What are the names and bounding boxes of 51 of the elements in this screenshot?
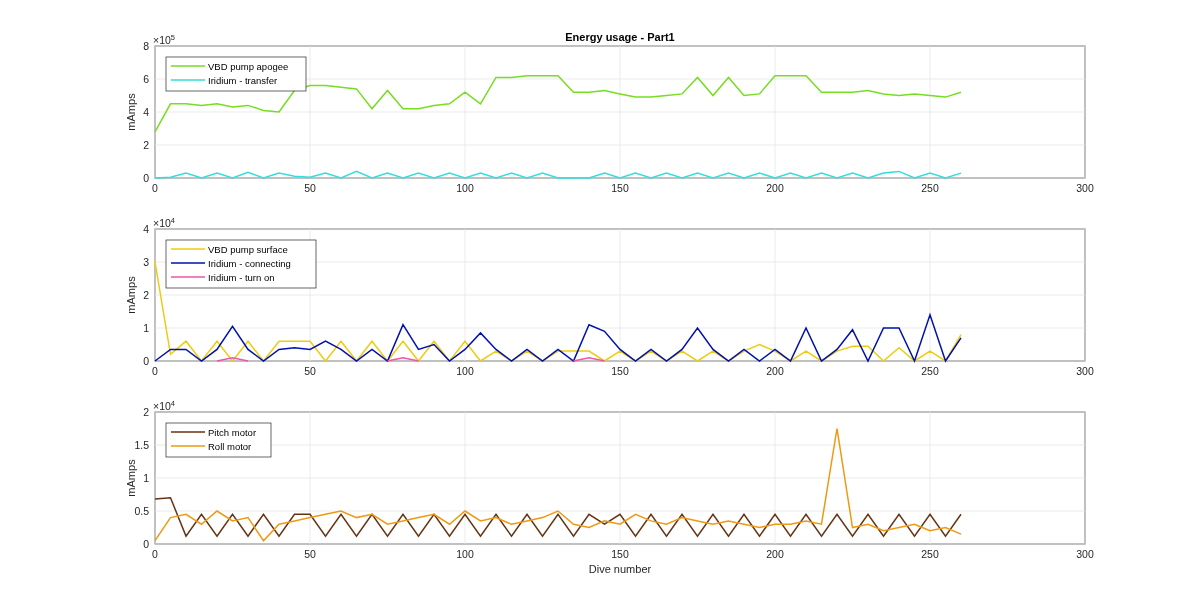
- tick-label: 0: [152, 548, 158, 560]
- tick-label: 100: [456, 548, 474, 560]
- legend-label: Roll motor: [208, 441, 252, 452]
- tick-label: 3: [143, 256, 149, 268]
- tick-label: 0: [152, 365, 158, 377]
- axis-label: mAmps: [125, 459, 137, 497]
- tick-label: 100: [456, 182, 474, 194]
- axis-exponent: ×10$^{4}$: [153, 215, 175, 229]
- axis-exponent: ×10$^{4}$: [153, 398, 175, 412]
- tick-label: 0: [143, 172, 149, 184]
- legend-label: Pitch motor: [208, 427, 257, 438]
- tick-label: 4: [143, 223, 149, 235]
- tick-label: 2: [143, 406, 149, 418]
- tick-label: 250: [921, 548, 939, 560]
- tick-label: 250: [921, 365, 939, 377]
- tick-label: 200: [766, 182, 784, 194]
- tick-label: 50: [304, 548, 316, 560]
- legend-label: Iridium - turn on: [208, 272, 275, 283]
- tick-label: 8: [143, 40, 149, 52]
- axis-label: Dive number: [588, 563, 652, 575]
- tick-label: 6: [143, 73, 149, 85]
- tick-label: 150: [611, 365, 629, 377]
- tick-label: 200: [766, 548, 784, 560]
- tick-label: 0: [143, 355, 149, 367]
- tick-label: 300: [1076, 365, 1094, 377]
- tick-label: 4: [143, 106, 149, 118]
- tick-label: 1: [143, 322, 149, 334]
- legend-label: Iridium - transfer: [208, 75, 278, 86]
- tick-label: 0.5: [134, 505, 149, 517]
- chart-title: Energy usage - Part1: [565, 31, 675, 43]
- tick-label: 2: [143, 139, 149, 151]
- tick-label: 200: [766, 365, 784, 377]
- legend-label: VBD pump apogee: [208, 61, 289, 72]
- tick-label: 150: [611, 548, 629, 560]
- axis-label: mAmps: [125, 276, 137, 314]
- legend-label: VBD pump surface: [208, 244, 288, 255]
- axis-label: mAmps: [125, 93, 137, 131]
- tick-label: 1.5: [134, 439, 149, 451]
- tick-label: 300: [1076, 548, 1094, 560]
- legend-label: Iridium - connecting: [208, 258, 291, 269]
- tick-label: 150: [611, 182, 629, 194]
- axis-exponent: ×10$^{5}$: [153, 32, 175, 46]
- tick-label: 2: [143, 289, 149, 301]
- tick-label: 300: [1076, 182, 1094, 194]
- tick-label: 100: [456, 365, 474, 377]
- tick-label: 50: [304, 182, 316, 194]
- tick-label: 250: [921, 182, 939, 194]
- tick-label: 0: [143, 538, 149, 550]
- tick-label: 50: [304, 365, 316, 377]
- tick-label: 1: [143, 472, 149, 484]
- tick-label: 0: [152, 182, 158, 194]
